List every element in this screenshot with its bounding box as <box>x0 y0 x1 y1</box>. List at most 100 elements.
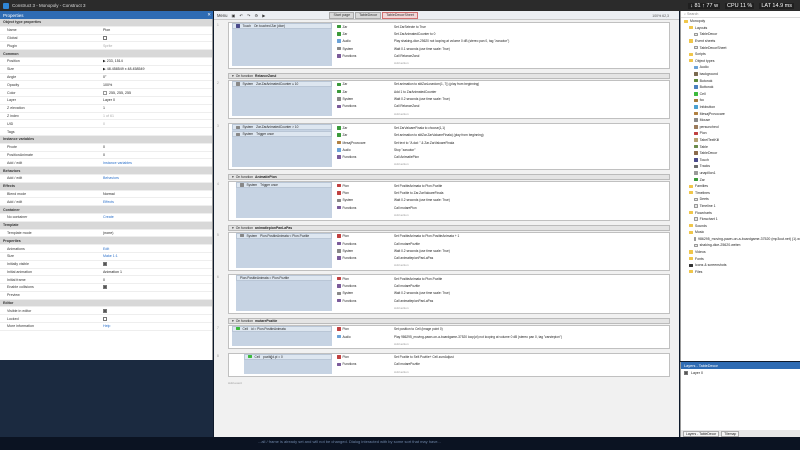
action[interactable]: Call mutarePozitie <box>394 240 664 247</box>
project-tree-item[interactable]: fcc <box>681 97 800 104</box>
property-section[interactable]: Behaviors <box>0 167 212 175</box>
action[interactable]: Call mutarePion <box>394 204 664 211</box>
project-tree-item[interactable]: Families <box>681 183 800 190</box>
property-link[interactable]: Help <box>103 324 212 328</box>
action[interactable]: Set ZarValoareFinala to choose(1,1) <box>394 124 664 131</box>
action[interactable]: Call AnimatiePion <box>394 153 664 160</box>
action-object[interactable]: Pion <box>337 182 389 189</box>
add-action-link[interactable]: Add action <box>394 211 664 218</box>
action[interactable]: Call mutarePozitie <box>394 282 664 289</box>
action[interactable]: Call RelanceZarul <box>394 103 664 110</box>
action-object[interactable]: Functions <box>337 361 389 368</box>
checkbox[interactable] <box>103 285 107 290</box>
project-tree-item[interactable]: Butonok <box>681 77 800 84</box>
tab-layers[interactable]: Layers - TableDecor <box>683 430 720 437</box>
project-tree-item[interactable]: Timeline 1 <box>681 203 800 210</box>
function-header[interactable]: ▾ On function AnimatiePion <box>228 174 670 181</box>
add-action-link[interactable]: Add action <box>394 110 664 117</box>
property-section[interactable]: Properties <box>0 237 212 246</box>
property-value[interactable]: ▶ 48.458549 x 48.458549 <box>103 67 212 71</box>
redo-icon[interactable]: ↷ <box>247 13 251 18</box>
project-tree-item[interactable]: TableDecor <box>681 31 800 38</box>
project-tree-item[interactable]: unapillon1 <box>681 170 800 177</box>
action-object[interactable]: Audio <box>337 38 389 45</box>
action[interactable]: Call RelanceZarul <box>394 52 664 59</box>
project-tree-item[interactable]: Cell <box>681 91 800 98</box>
action-object[interactable]: Functions <box>337 297 389 304</box>
tab-event-sheet[interactable]: TableDecorSheet <box>382 11 418 19</box>
layer-visible-checkbox[interactable] <box>684 370 688 375</box>
project-tree-item[interactable]: Zar <box>681 176 800 183</box>
property-checkbox[interactable] <box>103 285 212 290</box>
action-object[interactable]: Functions <box>337 153 389 160</box>
project-tree-item[interactable]: Flowcharts <box>681 209 800 216</box>
condition[interactable]: System Zar.ZarAnimatedCounter > 10 <box>232 124 332 131</box>
property-color-value[interactable]: 255, 255, 255 <box>103 90 212 95</box>
action-object[interactable]: Functions <box>337 282 389 289</box>
add-action-link[interactable]: Add action <box>394 304 664 311</box>
action-object[interactable]: Zar <box>337 132 389 139</box>
save-icon[interactable]: ▣ <box>231 13 235 18</box>
collapse-icon[interactable]: ▾ <box>232 319 234 323</box>
condition[interactable]: System Trigger once <box>232 131 332 138</box>
property-value[interactable]: ▶ 233, 1514 <box>103 59 212 63</box>
property-checkbox[interactable] <box>103 308 212 313</box>
property-section[interactable]: Editor <box>0 299 212 308</box>
action-object[interactable]: Zar <box>337 23 389 30</box>
project-tree-item[interactable]: MesajProvocare <box>681 110 800 117</box>
action-object[interactable]: Pion <box>337 233 389 240</box>
property-value[interactable]: 0 <box>103 122 212 126</box>
project-tree-item[interactable]: TabelTextKill <box>681 137 800 144</box>
condition[interactable]: System Pion.PositieAnimata < Pion.Pozitie <box>236 232 332 239</box>
action-object[interactable]: Functions <box>337 254 389 261</box>
action[interactable]: Wait 0.2 seconds (use time scale: True) <box>394 197 664 204</box>
action-object[interactable]: System <box>337 197 389 204</box>
action-object[interactable]: Functions <box>337 103 389 110</box>
action[interactable]: Set Pozitie to Self.Pozitie+ Cell.zumAdj… <box>394 354 664 361</box>
add-action-link[interactable]: Add action <box>394 161 664 168</box>
project-tree-item[interactable]: Mouse <box>681 117 800 124</box>
property-value[interactable]: Sprite <box>103 44 212 48</box>
action[interactable]: Play shaking-dice-25620 not looping at v… <box>394 38 664 45</box>
action-object[interactable]: MesajProvocare <box>337 139 389 146</box>
add-action-link[interactable]: Add action <box>394 368 664 375</box>
action[interactable]: Set animation to stitZar.ZarValoareFinal… <box>394 132 664 139</box>
function-header[interactable]: ▾ On function animatiepionPanLaPas <box>228 224 670 231</box>
property-value[interactable]: 0 <box>103 153 212 157</box>
action[interactable]: Add 1 to ZarAnimatedCounter <box>394 88 664 95</box>
action-object[interactable]: Audio <box>337 333 389 340</box>
action[interactable]: Set text to "A dat: " & Zar.ZarValoareFi… <box>394 139 664 146</box>
project-tree-item[interactable]: TableDecor <box>681 150 800 157</box>
property-value[interactable]: 1 of 61 <box>103 114 212 118</box>
action-object[interactable]: Functions <box>337 204 389 211</box>
property-checkbox[interactable] <box>103 316 212 321</box>
add-event-link[interactable]: Add event <box>228 381 242 385</box>
property-value[interactable]: 1 <box>103 106 212 110</box>
property-section[interactable]: Container <box>0 206 212 214</box>
property-value[interactable]: Pion <box>103 28 212 32</box>
property-link[interactable]: Behaviors <box>103 176 212 180</box>
property-link[interactable]: Create <box>103 215 212 219</box>
project-tree-item[interactable]: Tracks <box>681 163 800 170</box>
property-section[interactable]: Common <box>0 50 212 58</box>
project-tree-item[interactable]: Object types <box>681 58 800 65</box>
action[interactable]: Wait 0.2 seconds (use time scale: True) <box>394 247 664 254</box>
project-tree-item[interactable]: Icons & screenshots <box>681 262 800 269</box>
function-header[interactable]: ▾ On function mutarePozitie <box>228 317 670 324</box>
action-object[interactable]: Audio <box>337 146 389 153</box>
tab-layout[interactable]: TableDecor <box>355 11 382 19</box>
action[interactable]: Stop "zaruotor" <box>394 146 664 153</box>
collapse-icon[interactable]: ▾ <box>232 226 234 230</box>
action-object[interactable]: System <box>337 45 389 52</box>
property-value[interactable]: 100% <box>103 83 212 87</box>
property-section[interactable]: Object type properties <box>0 19 212 27</box>
project-tree-item[interactable]: persuncheol <box>681 124 800 131</box>
condition[interactable]: Cell id = Pion.PositieAnimata <box>232 325 332 332</box>
action-object[interactable]: Functions <box>337 240 389 247</box>
project-tree-item[interactable]: Table <box>681 143 800 150</box>
project-tree-item[interactable]: 986295_moving-pawn-on-a-boardgame-37520 … <box>681 236 800 243</box>
action-object[interactable]: Functions <box>337 52 389 59</box>
tab-start-page[interactable]: Start page <box>329 11 355 19</box>
project-tree-item[interactable]: Deets <box>681 196 800 203</box>
condition[interactable]: Pion.PositieAnimata = Pion.Pozitie <box>236 275 332 282</box>
